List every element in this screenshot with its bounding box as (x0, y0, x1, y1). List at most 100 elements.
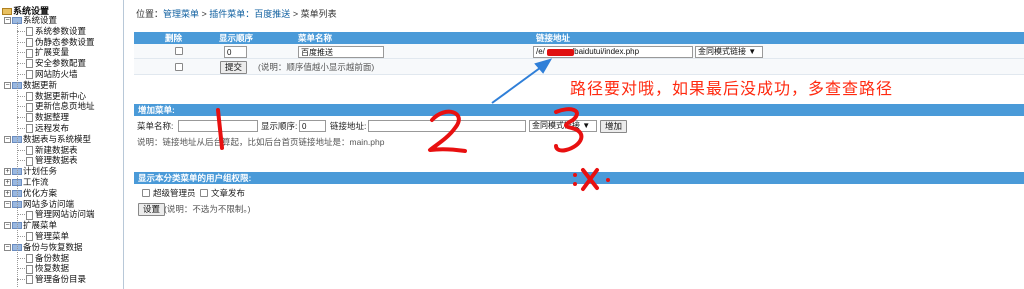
add-name-input[interactable] (178, 120, 258, 132)
annotation-text: 路径要对哦，如果最后没成功，多查查路径 (570, 79, 894, 98)
sidebar-item[interactable]: 网站防火墙 (26, 69, 78, 80)
collapse-icon[interactable]: − (4, 17, 11, 25)
sidebar-item[interactable]: 更新信息页地址 (26, 101, 95, 112)
order-note: (说明：顺序值越小显示越前面) (258, 62, 375, 72)
tree-connector (17, 117, 25, 119)
sidebar-item[interactable]: 安全参数配置 (26, 58, 87, 69)
add-url-input[interactable] (368, 120, 526, 132)
permissions-header: 显示本分类菜单的用户组权限: (134, 172, 1024, 184)
breadcrumb-prefix: 位置： (136, 9, 164, 19)
tree-connector (17, 41, 25, 43)
sidebar-item-label: 管理网站访问端 (35, 209, 95, 220)
tree-connector (17, 149, 25, 151)
tree-connector (17, 160, 25, 162)
tree-connector (17, 74, 25, 75)
page-icon (26, 102, 33, 112)
tree-connector (17, 128, 25, 129)
sidebar-item[interactable]: 数据更新中心 (26, 91, 86, 101)
sidebar-group[interactable]: + 计划任务 (4, 166, 57, 176)
expand-icon[interactable]: + (4, 168, 11, 176)
sidebar-group[interactable]: + 优化方案 (4, 188, 57, 198)
sidebar-group[interactable]: − 数据更新 (4, 80, 57, 90)
sidebar-item-label: 管理数据表 (35, 155, 78, 166)
breadcrumb-separator: > (290, 9, 301, 19)
sidebar-group[interactable]: − 网站多访问端 (4, 199, 74, 209)
breadcrumb: 位置：管理菜单 > 插件菜单：百度推送 > 菜单列表 (136, 7, 337, 20)
collapse-icon[interactable]: − (4, 244, 11, 252)
sidebar-item[interactable]: 数据整理 (26, 112, 70, 123)
sidebar-item[interactable]: 管理备份目录 (26, 274, 87, 285)
submit-button[interactable]: 提交 (220, 61, 248, 74)
tree-connector (17, 236, 25, 237)
sidebar-group[interactable]: − 备份与恢复数据 (4, 242, 83, 252)
page-icon (26, 145, 33, 155)
sidebar-item[interactable]: 伪静态参数设置 (26, 37, 95, 47)
sidebar-item-label: 管理备份目录 (35, 274, 87, 285)
sidebar-item[interactable]: 新建数据表 (26, 145, 78, 155)
tree-connector (17, 22, 18, 287)
tree-connector (17, 279, 25, 281)
col-url: 链接地址 (536, 33, 571, 43)
tree-connector (17, 95, 25, 97)
add-link-mode-select[interactable]: 金同模式链接 ▼ (529, 120, 597, 132)
sidebar-item[interactable]: 恢复数据 (26, 263, 69, 274)
menu-list-header: 删除 显示顺序 菜单名称 链接地址 (134, 32, 1024, 44)
menu-name-input[interactable] (298, 46, 384, 58)
expand-icon[interactable]: + (4, 179, 11, 187)
sidebar-item[interactable]: 管理数据表 (26, 155, 78, 166)
chevron-down-icon: ▼ (582, 121, 591, 130)
sidebar-item-label: 安全参数配置 (35, 58, 87, 69)
page-icon (26, 210, 33, 220)
page-icon (26, 275, 33, 285)
page-icon (26, 91, 33, 101)
add-button[interactable]: 增加 (600, 120, 628, 133)
add-order-label: 显示顺序: (261, 121, 298, 131)
url-end: /baidutui/index.php (571, 47, 640, 56)
sidebar-item-label: 系统参数设置 (35, 25, 87, 36)
sidebar-group[interactable]: + 工作流 (4, 177, 49, 187)
group-label-admin: 超级管理员 (153, 188, 196, 198)
sidebar-item-label: 远程发布 (35, 123, 70, 133)
sidebar-item-label: 备份数据 (35, 252, 70, 263)
add-menu-header: 增加菜单: (134, 104, 1024, 116)
collapse-icon[interactable]: − (4, 200, 11, 208)
delete-checkbox[interactable] (175, 47, 183, 55)
page-icon (26, 113, 33, 123)
breadcrumb-link-plugin[interactable]: 插件菜单：百度推送 (209, 9, 290, 19)
sidebar-item-label: 更新信息页地址 (35, 101, 95, 112)
sidebar-item-label: 扩展变量 (35, 47, 70, 58)
add-menu-note: 说明：链接地址从后台算起，比如后台首页链接地址是：main.php (137, 137, 385, 147)
sidebar-item[interactable]: 管理网站访问端 (26, 209, 95, 220)
sidebar-item[interactable]: 管理菜单 (26, 231, 69, 242)
sidebar-item-label: 网站防火墙 (35, 69, 78, 79)
add-order-input[interactable] (299, 120, 326, 132)
sidebar-item[interactable]: 远程发布 (26, 123, 70, 134)
set-button[interactable]: 设置 (138, 203, 166, 216)
collapse-icon[interactable]: − (4, 222, 11, 230)
sidebar-group[interactable]: − 扩展菜单 (4, 220, 57, 230)
main-content: 位置：管理菜单 > 插件菜单：百度推送 > 菜单列表 删除 显示顺序 菜单名称 … (128, 0, 1024, 289)
sidebar-item-label: 数据更新 (23, 79, 58, 90)
collapse-icon[interactable]: − (4, 136, 11, 144)
expand-icon[interactable]: + (4, 190, 11, 198)
sidebar-item[interactable]: 扩展变量 (26, 47, 70, 58)
sidebar-group[interactable]: − 系统设置 (4, 15, 57, 25)
permissions-note: (说明：不选为不限制。) (164, 204, 251, 214)
page-icon (26, 27, 33, 37)
sidebar-item[interactable]: 备份数据 (26, 253, 69, 263)
sidebar-item-label: 数据整理 (35, 112, 70, 123)
col-name: 菜单名称 (298, 33, 333, 43)
sidebar-item-label: 数据表与系统模型 (23, 133, 92, 144)
breadcrumb-link-menu[interactable]: 管理菜单 (163, 9, 199, 19)
order-input[interactable] (224, 46, 247, 58)
tree-connector (17, 52, 25, 54)
collapse-icon[interactable]: − (4, 82, 11, 90)
add-menu-title: 增加菜单: (138, 105, 175, 115)
group-checkbox-article[interactable] (200, 189, 208, 197)
sidebar-item[interactable]: 系统参数设置 (26, 25, 87, 37)
page-icon (26, 48, 33, 58)
group-checkbox-admin[interactable] (142, 189, 150, 197)
link-mode-select[interactable]: 金同模式链接 ▼ (695, 46, 763, 58)
tree-connector (17, 268, 25, 270)
new-row-checkbox[interactable] (175, 63, 183, 71)
